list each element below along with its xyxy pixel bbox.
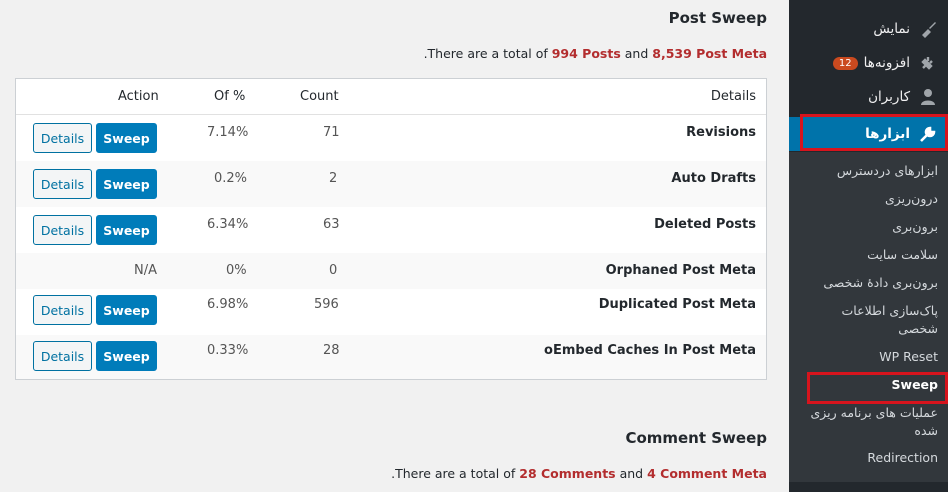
row-percent: 0.33% [207,343,249,358]
row-label: oEmbed Caches In Post Meta [544,343,756,358]
details-button[interactable]: Details [33,295,92,325]
submenu-scheduled-actions[interactable]: عملیات های برنامه ریزی شده [803,404,938,440]
admin-sidebar: نمایش افزونه‌ها 12 کاربران ابزارها ابزار… [789,0,948,492]
comment-meta-total: 4 Comment Meta [647,466,767,481]
summary-and: and [615,466,648,481]
row-label: Auto Drafts [671,171,756,186]
header-of-percent: Of % [214,89,246,104]
row-action-na: N/A [134,263,157,278]
details-button[interactable]: Details [33,169,92,199]
sweep-button[interactable]: Sweep [96,169,157,199]
menu-label: افزونه‌ها [863,55,910,71]
post-meta-total: 8,539 Post Meta [652,46,767,61]
row-percent: 0.2% [214,171,248,186]
tools-highlight-box [800,114,948,151]
submenu-erase-personal-data[interactable]: پاک‌سازی اطلاعات شخصی [803,302,938,338]
summary-prefix: There are a total of [395,466,520,481]
submenu-wp-reset[interactable]: WP Reset [803,348,938,366]
row-label: Duplicated Post Meta [598,297,756,312]
paintbrush-icon [918,19,938,39]
details-button[interactable]: Details [33,123,92,153]
table-row: Auto Drafts 2 0.2% Details Sweep [16,161,766,207]
submenu-export-personal-data[interactable]: برون‌بری دادهٔ شخصی [803,274,938,292]
row-percent: 7.14% [207,125,249,140]
row-count: 2 [329,171,338,186]
summary-and: and [620,46,653,61]
sidebar-bottom [789,482,948,492]
sweep-button[interactable]: Sweep [96,341,157,371]
submenu-export[interactable]: برون‌بری [803,218,938,236]
row-label: Orphaned Post Meta [605,263,756,278]
row-count: 63 [323,217,340,232]
summary-prefix: There are a total of [427,46,552,61]
comment-sweep-title: Comment Sweep [625,429,767,447]
menu-label: کاربران [868,89,910,105]
details-button[interactable]: Details [33,341,92,371]
table-row: oEmbed Caches In Post Meta 28 0.33% Deta… [16,335,766,379]
sweep-button[interactable]: Sweep [96,123,157,153]
table-row: Revisions 71 7.14% Details Sweep [16,115,766,161]
table-header: Details Count Of % Action [16,79,766,115]
row-label: Revisions [686,125,756,140]
submenu-site-health[interactable]: سلامت سایت [803,246,938,264]
row-percent: 0% [226,263,247,278]
plugins-update-badge: 12 [832,56,858,70]
post-sweep-summary: .There are a total of 994 Posts and 8,53… [424,46,767,61]
menu-label: نمایش [873,21,910,37]
details-button[interactable]: Details [33,215,92,245]
table-row: Deleted Posts 63 6.34% Details Sweep [16,207,766,253]
menu-users[interactable]: کاربران [789,80,948,114]
header-action: Action [118,89,159,104]
row-percent: 6.98% [207,297,249,312]
row-label: Deleted Posts [654,217,756,232]
table-row: Orphaned Post Meta 0 0% N/A [16,253,766,289]
row-count: 0 [329,263,338,278]
row-percent: 6.34% [207,217,249,232]
post-sweep-table: Details Count Of % Action Revisions 71 7… [15,78,767,380]
menu-plugins[interactable]: افزونه‌ها 12 [789,46,948,80]
sweep-button[interactable]: Sweep [96,215,157,245]
posts-total: 994 Posts [551,46,621,61]
row-count: 28 [323,343,340,358]
table-row: Duplicated Post Meta 596 6.98% Details S… [16,289,766,335]
sweep-highlight-box [807,372,948,404]
main-content: Post Sweep .There are a total of 994 Pos… [0,0,789,492]
plugin-icon [918,53,938,73]
header-details: Details [710,89,756,104]
submenu-redirection[interactable]: Redirection [803,449,938,467]
submenu-available-tools[interactable]: ابزارهای دردسترس [803,162,938,180]
comments-total: 28 Comments [519,466,616,481]
submenu-import[interactable]: درون‌ریزی [803,190,938,208]
tools-submenu: ابزارهای دردسترس درون‌ریزی برون‌بری سلام… [789,152,948,482]
header-count: Count [300,89,339,104]
post-sweep-title: Post Sweep [668,9,767,27]
row-count: 596 [314,297,339,312]
row-count: 71 [323,125,340,140]
sweep-button[interactable]: Sweep [96,295,157,325]
comment-sweep-summary: .There are a total of 28 Comments and 4 … [391,466,767,481]
menu-appearance[interactable]: نمایش [789,12,948,46]
user-icon [918,87,938,107]
